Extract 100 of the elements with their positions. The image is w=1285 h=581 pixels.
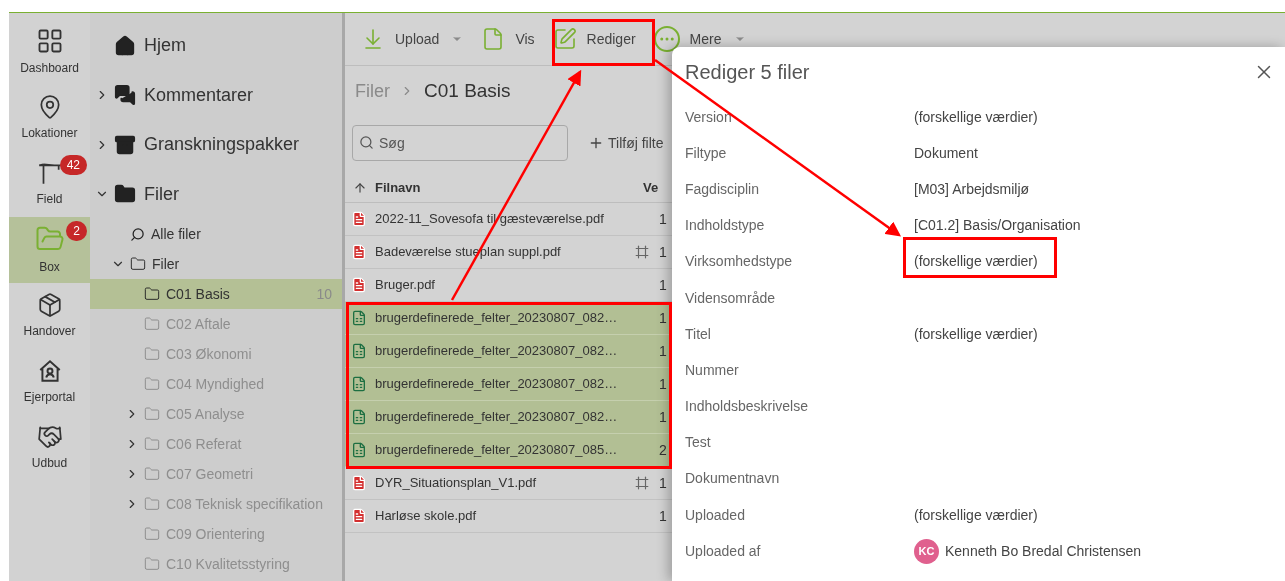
spreadsheet-file-icon	[351, 310, 367, 326]
folder-icon	[144, 556, 160, 572]
tree-item[interactable]: Kommentarer	[90, 70, 342, 120]
field-value: [M03] Arbejdsmiljø	[914, 179, 1030, 199]
version-cell-text: 1	[659, 407, 667, 427]
field-label: Indholdsbeskrivelse	[685, 397, 809, 417]
nav-rail-item[interactable]: Lokationer	[9, 85, 90, 151]
version-cell-text: 1	[659, 506, 667, 526]
version-cell-text: 1	[659, 341, 667, 361]
nav-rail-label: Box	[39, 259, 60, 276]
field-label: Titel	[685, 324, 712, 344]
folder-icon	[144, 496, 160, 512]
field-value: (forskellige værdier)	[914, 324, 1038, 344]
nav-rail-item[interactable]: Box 2	[9, 217, 90, 283]
handshake-icon	[36, 424, 63, 450]
tree-item[interactable]: Granskningspakker	[90, 120, 342, 170]
search-icon	[130, 226, 145, 242]
nav-rail-label: Lokationer	[21, 125, 78, 142]
nav-rail-label: Handover	[23, 323, 76, 340]
spreadsheet-file-icon	[351, 409, 367, 425]
version-cell-text: 1	[659, 209, 667, 229]
column-header[interactable]: Ve	[643, 177, 659, 198]
folder-icon	[144, 376, 160, 392]
nav-rail-item[interactable]: Field 42	[9, 151, 90, 217]
toolbar-button[interactable]: Upload	[357, 19, 468, 59]
tree-item-label: Granskningspakker	[144, 133, 300, 157]
breadcrumb-current: C01 Basis	[424, 78, 511, 103]
pdf-file-icon	[351, 277, 367, 293]
tree-item[interactable]: Alle filer	[90, 219, 342, 249]
user-avatar: KC	[914, 538, 939, 564]
version-cell-text: 1	[659, 242, 667, 262]
field-label: Nummer	[685, 360, 740, 380]
file-name: Bruger.pdf	[375, 276, 436, 295]
folder-icon	[144, 346, 160, 362]
field-label: Virksomhedstype	[685, 252, 794, 272]
tree-item-label: C01 Basis	[166, 284, 230, 304]
field-value: (forskellige værdier)	[914, 505, 1038, 525]
search-icon	[359, 135, 374, 150]
field-value: Kenneth Bo Bredal Christensen	[945, 541, 1142, 561]
plus-icon	[588, 135, 604, 151]
tree-item-label: C06 Referat	[166, 434, 242, 454]
tree-item-label: Hjem	[144, 34, 186, 58]
folder-icon	[144, 526, 160, 542]
tree-item[interactable]: Filer	[90, 249, 342, 279]
field-label: Filtype	[685, 143, 728, 163]
add-filter-button[interactable]: Tilføj filte	[588, 132, 664, 154]
field-value: Dokument	[914, 143, 978, 163]
field-value: (forskellige værdier)	[914, 252, 1038, 272]
version-cell-text: 1	[659, 374, 667, 394]
version-cell-text: 1	[659, 275, 667, 295]
version-cell-text: 1	[659, 308, 667, 328]
tree-item-label: C10 Kvalitetsstyring	[166, 554, 290, 574]
nav-rail-label: Udbud	[31, 455, 68, 472]
field-label: Vidensområde	[685, 288, 777, 308]
nav-rail-item[interactable]: Handover	[9, 283, 90, 349]
tree-item[interactable]: Filer	[90, 169, 342, 219]
spreadsheet-file-icon	[351, 442, 367, 458]
pdf-file-icon	[351, 244, 367, 260]
field-label: Version	[685, 107, 733, 127]
archive-icon	[114, 133, 136, 156]
field-value: [C01.2] Basis/Organisation	[914, 216, 1081, 236]
tree-item-label: Alle filer	[151, 224, 201, 244]
nav-rail-label: Ejerportal	[23, 389, 76, 406]
comments-icon	[114, 84, 136, 107]
nav-rail-item[interactable]: Ejerportal	[9, 349, 90, 415]
package-icon	[36, 292, 63, 318]
version-cell-text: 2	[659, 440, 667, 460]
search-field[interactable]: Søg	[352, 125, 568, 161]
tree-item-label: C08 Teknisk specifikation	[166, 494, 323, 514]
nav-rail-label: Dashboard	[20, 60, 79, 77]
dialog-title: Rediger 5 filer	[685, 60, 810, 85]
toolbar-button[interactable]: Vis	[477, 19, 539, 59]
folder-icon	[144, 316, 160, 332]
file-name: brugerdefinerede_felter_20230807_085…	[375, 441, 619, 460]
toolbar-button[interactable]: Rediger	[548, 19, 640, 59]
field-label: Dokumentnavn	[685, 469, 781, 489]
nav-rail-label: Field	[36, 191, 63, 208]
nav-rail-item[interactable]: Udbud	[9, 415, 90, 481]
folder-icon	[144, 466, 160, 482]
version-cell-text: 1	[659, 473, 667, 493]
nav-rail-item[interactable]: Dashboard	[9, 19, 90, 85]
tree-item-label: Filer	[152, 254, 180, 274]
column-header[interactable]: Filnavn	[375, 177, 643, 198]
folder-icon	[144, 436, 160, 452]
field-label: Uploaded af	[685, 541, 762, 561]
tree-item-label: C09 Orientering	[166, 524, 265, 544]
sort-arrow-icon	[353, 180, 367, 195]
pdf-file-icon	[351, 211, 367, 227]
tree-item-label: Kommentarer	[144, 83, 254, 107]
tree-item[interactable]: Hjem	[90, 21, 342, 71]
tree-item-label: C05 Analyse	[166, 404, 245, 424]
tree-item-label: C04 Myndighed	[166, 374, 265, 394]
field-label: Test	[685, 433, 712, 453]
pdf-file-icon	[351, 475, 367, 491]
file-name: 2022-11_Sovesofa til gæsteværelse.pdf	[375, 210, 605, 229]
folder-icon	[130, 256, 146, 272]
pdf-file-icon	[351, 508, 367, 524]
tree-item-label: Filer	[144, 182, 179, 206]
edit-icon	[552, 27, 577, 51]
count-badge: 42	[59, 155, 87, 175]
